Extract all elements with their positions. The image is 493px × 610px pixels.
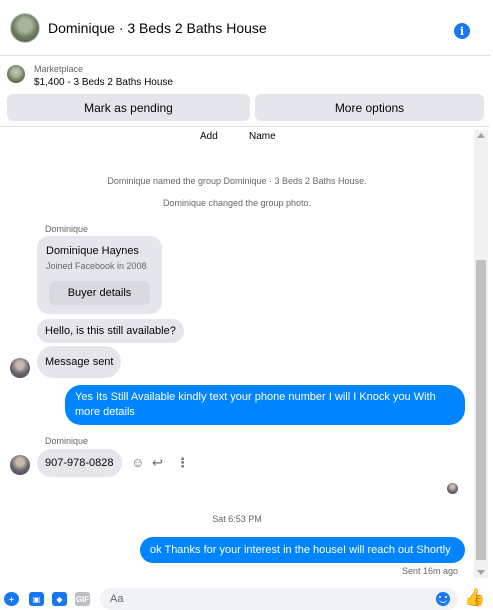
incoming-message[interactable]: Hello, is this still available?: [37, 319, 184, 343]
profile-card: Dominique Haynes Joined Facebook in 2008…: [37, 236, 162, 314]
more-options-button[interactable]: More options: [255, 94, 484, 121]
reply-icon[interactable]: ↩: [152, 456, 163, 470]
message-timestamp: Sat 6:53 PM: [212, 514, 262, 524]
marketplace-bar: Marketplace $1,400 - 3 Beds 2 Baths Hous…: [0, 57, 490, 127]
read-receipt-avatar: [447, 483, 458, 494]
sender-name: Dominique: [45, 436, 89, 446]
emoji-icon[interactable]: [436, 592, 450, 606]
message-input[interactable]: [110, 592, 420, 606]
sent-status: Sent 16m ago: [402, 566, 459, 576]
sender-avatar[interactable]: [10, 455, 30, 475]
name-action[interactable]: Name: [249, 131, 276, 142]
joined-date: Joined Facebook in 2008: [46, 261, 147, 271]
profile-name: Dominique Haynes: [46, 245, 139, 257]
chat-header: Dominique · 3 Beds 2 Baths House i: [0, 0, 490, 56]
outgoing-message[interactable]: Yes Its Still Available kindly text your…: [65, 385, 465, 425]
message-input-wrapper[interactable]: [100, 588, 458, 610]
incoming-message[interactable]: 907-978-0828: [37, 449, 122, 477]
listing-thumbnail[interactable]: [7, 65, 25, 83]
react-icon[interactable]: ☺: [131, 456, 144, 470]
scrollbar[interactable]: [474, 130, 488, 578]
scroll-down-arrow[interactable]: [477, 570, 485, 575]
add-action[interactable]: Add: [200, 131, 218, 142]
outgoing-message[interactable]: ok Thanks for your interest in the house…: [140, 537, 465, 563]
composer: + ▣ ◆ GIF 👍: [0, 586, 493, 610]
listing-title[interactable]: $1,400 - 3 Beds 2 Baths House: [34, 77, 173, 88]
info-icon[interactable]: i: [454, 23, 470, 39]
more-actions-icon[interactable]: +: [4, 592, 19, 606]
more-icon[interactable]: ⋮: [176, 456, 189, 470]
scroll-up-arrow[interactable]: [477, 133, 485, 138]
marketplace-label: Marketplace: [34, 64, 84, 74]
system-message: Dominique named the group Dominique · 3 …: [107, 176, 367, 186]
sender-avatar[interactable]: [10, 358, 30, 378]
sticker-icon[interactable]: ◆: [52, 592, 67, 606]
group-avatar[interactable]: [10, 12, 40, 43]
chat-title[interactable]: Dominique · 3 Beds 2 Baths House: [48, 20, 267, 36]
sender-name: Dominique: [45, 224, 89, 234]
mark-as-pending-button[interactable]: Mark as pending: [7, 94, 250, 121]
system-message: Dominique changed the group photo.: [162, 198, 312, 208]
gif-icon[interactable]: GIF: [75, 592, 90, 606]
incoming-message[interactable]: Message sent: [37, 346, 122, 378]
scrollbar-thumb[interactable]: [476, 260, 486, 560]
buyer-details-button[interactable]: Buyer details: [49, 281, 150, 305]
message-list[interactable]: Add Name Dominique named the group Domin…: [0, 128, 488, 582]
photo-icon[interactable]: ▣: [29, 592, 44, 606]
like-icon[interactable]: 👍: [464, 589, 485, 607]
